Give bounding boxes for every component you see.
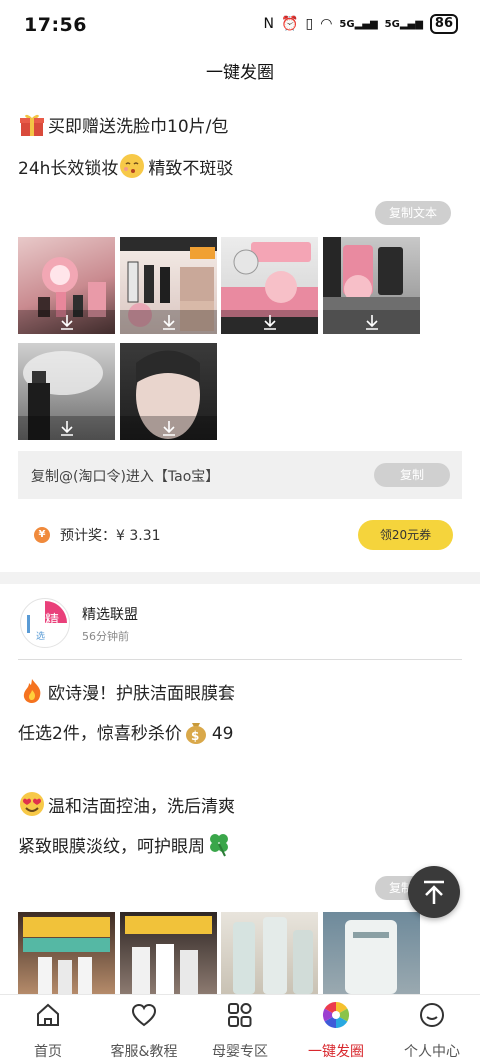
claim-coupon-button[interactable]: 领20元券 xyxy=(358,520,453,550)
product-thumbnail[interactable] xyxy=(221,237,318,334)
taokouling-bar: 复制@(淘口令)进入【Tao宝】 复制 xyxy=(18,451,462,499)
svg-text:选: 选 xyxy=(36,630,45,642)
page-title: 一键发圈 xyxy=(206,63,274,83)
coin-icon: ¥ xyxy=(34,527,50,543)
product-thumbnail[interactable] xyxy=(18,912,115,994)
section-divider xyxy=(0,572,480,584)
product-thumbnail[interactable] xyxy=(18,343,115,440)
post2-line4: 紧致眼膜淡纹，呵护眼周 xyxy=(18,830,235,859)
download-icon xyxy=(61,421,73,436)
four-leaf-clover-icon xyxy=(210,834,228,857)
bottom-nav: 首页 客服&教程 母婴专区 一键发圈 个人中心 xyxy=(0,994,480,1062)
download-overlay xyxy=(120,416,217,440)
signal-icon: 5G▂▄▆ xyxy=(339,18,378,30)
download-overlay xyxy=(18,310,115,334)
product-thumbnail[interactable] xyxy=(18,237,115,334)
fire-icon xyxy=(23,679,41,703)
home-icon xyxy=(37,1003,59,1026)
product-image xyxy=(125,916,212,994)
estimated-reward: ¥ 预计奖：¥ 3.31 xyxy=(34,525,161,545)
product-thumbnail[interactable] xyxy=(120,237,217,334)
download-icon xyxy=(163,421,175,436)
nav-item-profile[interactable]: 个人中心 xyxy=(384,995,480,1062)
copy-text-button[interactable]: 复制文本 xyxy=(375,201,451,225)
back-to-top-button[interactable] xyxy=(408,866,460,918)
nav-label: 母婴专区 xyxy=(212,1044,268,1060)
status-time: 17:56 xyxy=(24,14,87,36)
download-icon xyxy=(264,315,276,330)
avatar[interactable]: 精 选 xyxy=(20,598,70,648)
copy-taokouling-button[interactable]: 复制 xyxy=(374,463,450,487)
download-icon xyxy=(163,315,175,330)
nav-label: 个人中心 xyxy=(404,1044,460,1060)
heart-icon xyxy=(131,1003,157,1027)
heart-eyes-icon xyxy=(20,792,44,816)
post2-line3: 温和洁面控油，洗后清爽 xyxy=(18,790,235,819)
download-overlay xyxy=(120,310,217,334)
product-thumbnail[interactable] xyxy=(120,343,217,440)
product-image xyxy=(23,917,110,994)
shutter-icon xyxy=(322,1001,350,1029)
grid-icon xyxy=(228,1003,252,1027)
gift-icon xyxy=(20,114,44,136)
avatar-logo: 精 选 xyxy=(22,600,68,646)
nav-item-home[interactable]: 首页 xyxy=(0,995,96,1062)
nav-label: 一键发圈 xyxy=(308,1044,364,1060)
nav-label: 客服&教程 xyxy=(110,1044,178,1060)
post1-line2: 24h长效锁妆 精致不斑驳 xyxy=(18,152,233,181)
svg-text:精: 精 xyxy=(45,613,59,629)
post2-line2: 任选2件，惊喜秒杀价 $ 49 xyxy=(18,717,233,746)
post-time: 56分钟前 xyxy=(82,630,129,643)
post1-line1: 买即赠送洗脸巾10片/包 xyxy=(18,110,228,139)
product-image xyxy=(345,920,397,994)
nav-item-service[interactable]: 客服&教程 xyxy=(96,995,192,1062)
product-image xyxy=(233,917,313,994)
money-bag-icon: $ xyxy=(185,723,206,744)
nfc-icon: N xyxy=(263,16,275,32)
download-overlay xyxy=(221,310,318,334)
author-name[interactable]: 精选联盟 xyxy=(82,604,138,624)
status-icons: N ⏰ ▯ ◠ 5G▂▄▆ 5G▂▄▆ 86 xyxy=(264,14,458,34)
download-overlay xyxy=(18,416,115,440)
taokouling-text: 复制@(淘口令)进入【Tao宝】 xyxy=(31,469,220,485)
svg-text:$: $ xyxy=(191,729,199,743)
reward-value: ¥ 3.31 xyxy=(116,528,161,544)
nav-item-share[interactable]: 一键发圈 xyxy=(288,995,384,1062)
post2-line1: 欧诗漫！护肤洁面眼膜套 xyxy=(18,677,235,706)
product-thumbnail[interactable] xyxy=(221,912,318,994)
download-icon xyxy=(366,315,378,330)
smile-icon xyxy=(420,1003,444,1027)
vibrate-icon: ▯ xyxy=(305,16,314,32)
wifi-icon: ◠ xyxy=(320,16,333,32)
download-icon xyxy=(61,315,73,330)
divider-line xyxy=(18,659,462,660)
kissing-face-icon xyxy=(120,154,145,178)
product-thumbnail[interactable] xyxy=(323,237,420,334)
nav-item-mother-baby[interactable]: 母婴专区 xyxy=(192,995,288,1062)
product-thumbnail[interactable] xyxy=(323,912,420,994)
arrow-up-icon xyxy=(424,880,444,904)
signal-icon-2: 5G▂▄▆ xyxy=(384,18,423,30)
status-bar: 17:56 N ⏰ ▯ ◠ 5G▂▄▆ 5G▂▄▆ 86 xyxy=(0,0,480,50)
nav-label: 首页 xyxy=(34,1044,62,1060)
reward-label: 预计奖： xyxy=(60,528,116,544)
download-overlay xyxy=(323,310,420,334)
battery-indicator: 86 xyxy=(429,14,458,34)
product-thumbnail[interactable] xyxy=(120,912,217,994)
alarm-icon: ⏰ xyxy=(281,16,299,32)
